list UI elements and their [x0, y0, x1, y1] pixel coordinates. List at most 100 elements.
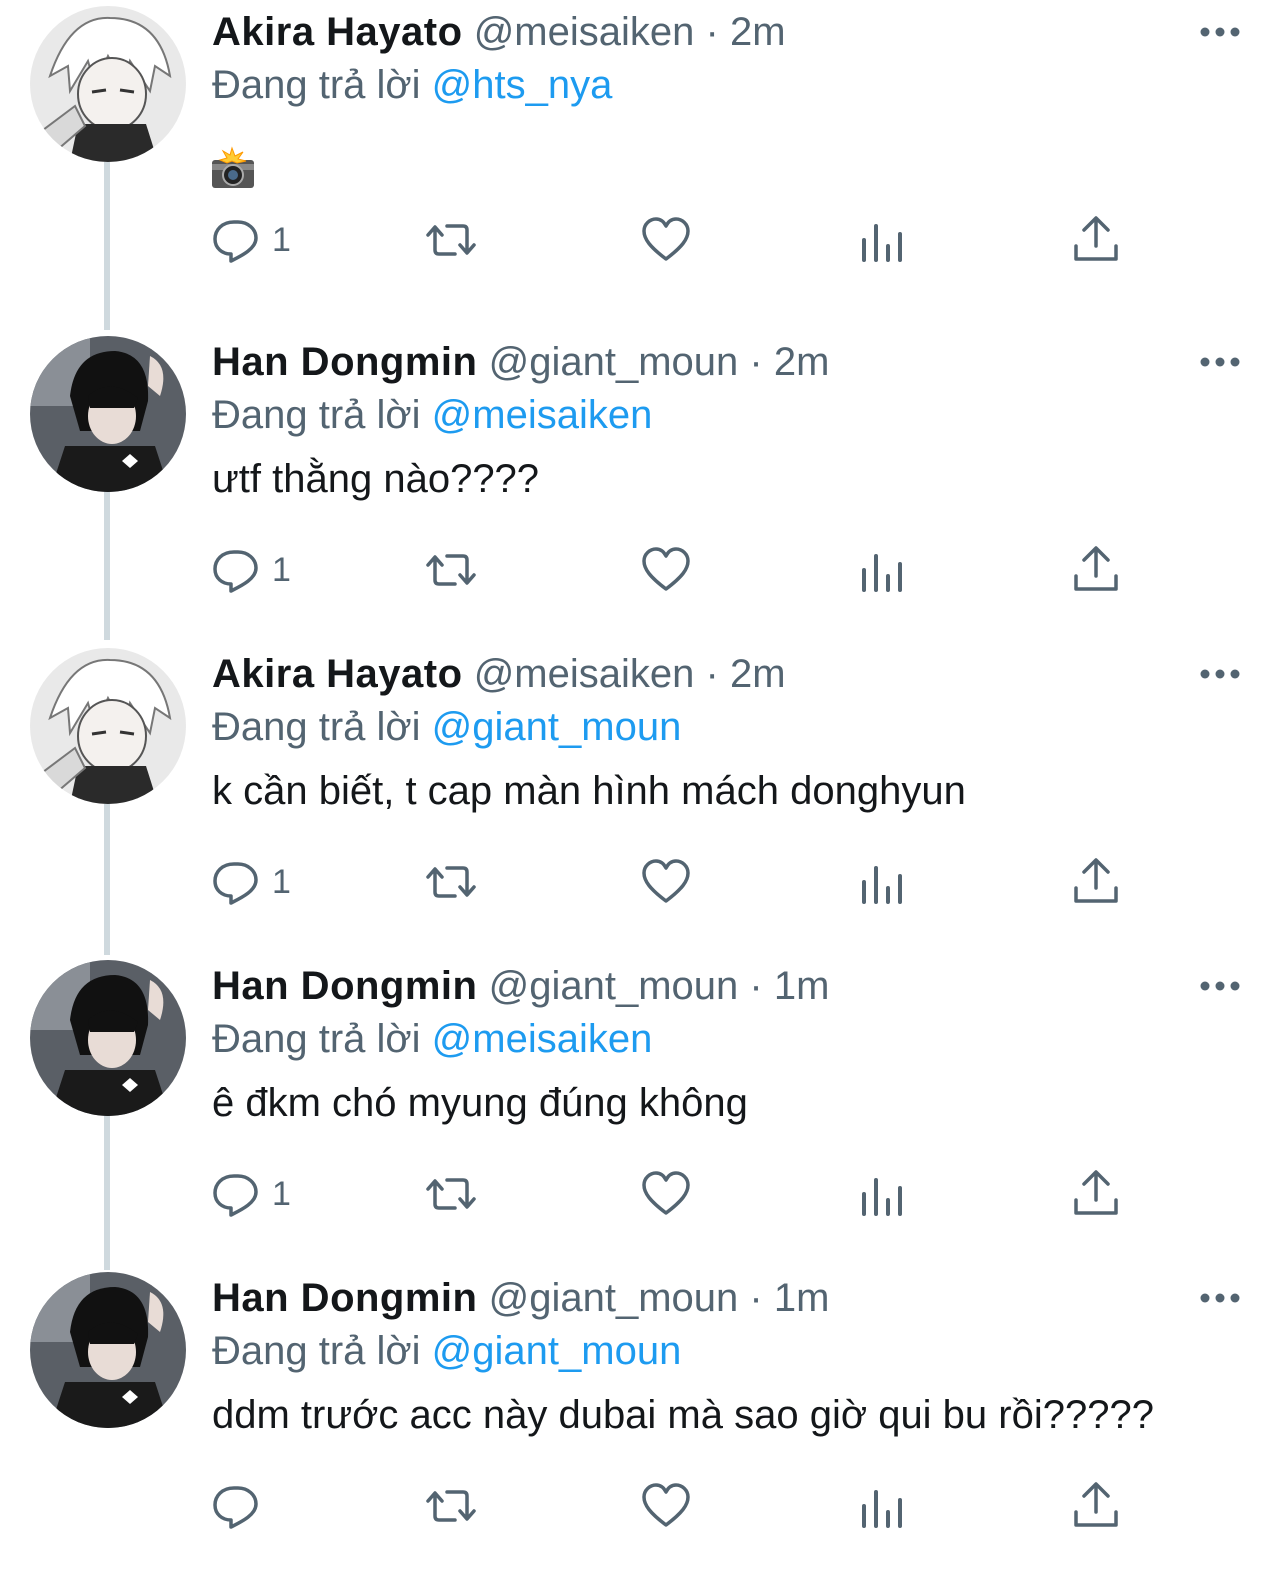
avatar-anime-image	[30, 648, 186, 804]
analytics-icon	[862, 866, 902, 904]
timestamp[interactable]: 2m	[730, 10, 786, 54]
reply-to-link[interactable]: @giant_moun	[432, 1329, 682, 1373]
separator-dot: ·	[749, 964, 763, 1008]
tweet-text: ưtf thằng nào????	[212, 457, 540, 501]
timestamp[interactable]: 1m	[774, 1276, 830, 1320]
tweet[interactable]: Akira Hayato @meisaiken · 2m Đang trả lờ…	[0, 646, 1283, 958]
retweet-button[interactable]	[425, 540, 477, 600]
avatar[interactable]	[30, 6, 186, 162]
reply-count: 1	[272, 862, 291, 901]
analytics-button[interactable]	[856, 210, 908, 270]
share-icon	[1074, 858, 1118, 903]
tweet[interactable]: Han Dongmin @giant_moun · 2m Đang trả lờ…	[0, 334, 1283, 646]
share-icon	[1074, 546, 1118, 591]
reply-button[interactable]: 1	[210, 540, 291, 600]
analytics-button[interactable]	[856, 1164, 908, 1224]
author-name[interactable]: Akira Hayato	[212, 10, 463, 54]
avatar[interactable]	[30, 648, 186, 804]
tweet[interactable]: Han Dongmin @giant_moun · 1m Đang trả lờ…	[0, 1270, 1283, 1582]
reply-icon	[213, 1486, 258, 1529]
like-button[interactable]	[640, 1164, 692, 1224]
separator-dot: ·	[705, 10, 719, 54]
author-name[interactable]: Han Dongmin	[212, 964, 477, 1008]
reply-button[interactable]: 1	[210, 852, 291, 912]
analytics-icon	[862, 224, 902, 262]
share-button[interactable]	[1070, 540, 1122, 600]
avatar-photo-image	[30, 960, 186, 1116]
heart-icon	[642, 217, 690, 261]
author-handle[interactable]: @giant_moun	[489, 964, 739, 1008]
author-handle[interactable]: @meisaiken	[474, 652, 695, 696]
tweet[interactable]: Han Dongmin @giant_moun · 1m Đang trả lờ…	[0, 958, 1283, 1270]
separator-dot: ·	[749, 1276, 763, 1320]
share-icon	[1074, 1482, 1118, 1527]
reply-prefix: Đang trả lời	[212, 393, 421, 437]
tweet-text: ê đkm chó myung đúng không	[212, 1081, 748, 1125]
analytics-button[interactable]	[856, 852, 908, 912]
retweet-button[interactable]	[425, 1476, 477, 1536]
avatar[interactable]	[30, 336, 186, 492]
analytics-icon	[862, 1490, 902, 1528]
avatar-photo-image	[30, 1272, 186, 1428]
share-button[interactable]	[1070, 1476, 1122, 1536]
retweet-icon	[426, 1490, 476, 1522]
share-button[interactable]	[1070, 210, 1122, 270]
reply-icon	[213, 862, 258, 905]
more-options-icon[interactable]	[1198, 978, 1242, 994]
heart-icon	[642, 859, 690, 903]
avatar[interactable]	[30, 1272, 186, 1428]
retweet-button[interactable]	[425, 1164, 477, 1224]
camera-flash-emoji	[210, 146, 256, 192]
retweet-icon	[426, 866, 476, 898]
like-button[interactable]	[640, 540, 692, 600]
author-handle[interactable]: @meisaiken	[474, 10, 695, 54]
avatar[interactable]	[30, 960, 186, 1116]
reply-to-link[interactable]: @hts_nya	[432, 63, 613, 107]
share-button[interactable]	[1070, 852, 1122, 912]
heart-icon	[642, 1171, 690, 1215]
reply-count: 1	[272, 220, 291, 259]
reply-count: 1	[272, 550, 291, 589]
timestamp[interactable]: 2m	[730, 652, 786, 696]
separator-dot: ·	[749, 340, 763, 384]
reply-button[interactable]: 1	[210, 1164, 291, 1224]
share-button[interactable]	[1070, 1164, 1122, 1224]
reply-to-link[interactable]: @meisaiken	[432, 1017, 653, 1061]
reply-count: 1	[272, 1174, 291, 1213]
tweet[interactable]: Akira Hayato @meisaiken · 2m Đang trả lờ…	[0, 4, 1283, 316]
analytics-button[interactable]	[856, 1476, 908, 1536]
author-handle[interactable]: @giant_moun	[489, 340, 739, 384]
share-icon	[1074, 1170, 1118, 1215]
author-name[interactable]: Han Dongmin	[212, 1276, 477, 1320]
reply-prefix: Đang trả lời	[212, 1017, 421, 1061]
heart-icon	[642, 1483, 690, 1527]
retweet-button[interactable]	[425, 210, 477, 270]
more-options-icon[interactable]	[1198, 1290, 1242, 1306]
action-bar: 1	[0, 1164, 1283, 1224]
reply-button[interactable]	[210, 1476, 272, 1536]
author-name[interactable]: Akira Hayato	[212, 652, 463, 696]
like-button[interactable]	[640, 852, 692, 912]
tweet-text: ddm trước acc này dubai mà sao giờ qui b…	[212, 1393, 1154, 1437]
more-options-icon[interactable]	[1198, 354, 1242, 370]
timestamp[interactable]: 2m	[774, 340, 830, 384]
tweet-text: k cần biết, t cap màn hình mách donghyun	[212, 769, 966, 813]
analytics-icon	[862, 554, 902, 592]
avatar-anime-image	[30, 6, 186, 162]
like-button[interactable]	[640, 210, 692, 270]
author-name[interactable]: Han Dongmin	[212, 340, 477, 384]
timestamp[interactable]: 1m	[774, 964, 830, 1008]
analytics-button[interactable]	[856, 540, 908, 600]
reply-to-link[interactable]: @giant_moun	[432, 705, 682, 749]
retweet-button[interactable]	[425, 852, 477, 912]
reply-button[interactable]: 1	[210, 210, 291, 270]
author-handle[interactable]: @giant_moun	[489, 1276, 739, 1320]
retweet-icon	[426, 1178, 476, 1210]
like-button[interactable]	[640, 1476, 692, 1536]
more-options-icon[interactable]	[1198, 666, 1242, 682]
more-options-icon[interactable]	[1198, 24, 1242, 40]
separator-dot: ·	[705, 652, 719, 696]
action-bar: 1	[0, 540, 1283, 600]
action-bar: 1	[0, 210, 1283, 270]
reply-to-link[interactable]: @meisaiken	[432, 393, 653, 437]
